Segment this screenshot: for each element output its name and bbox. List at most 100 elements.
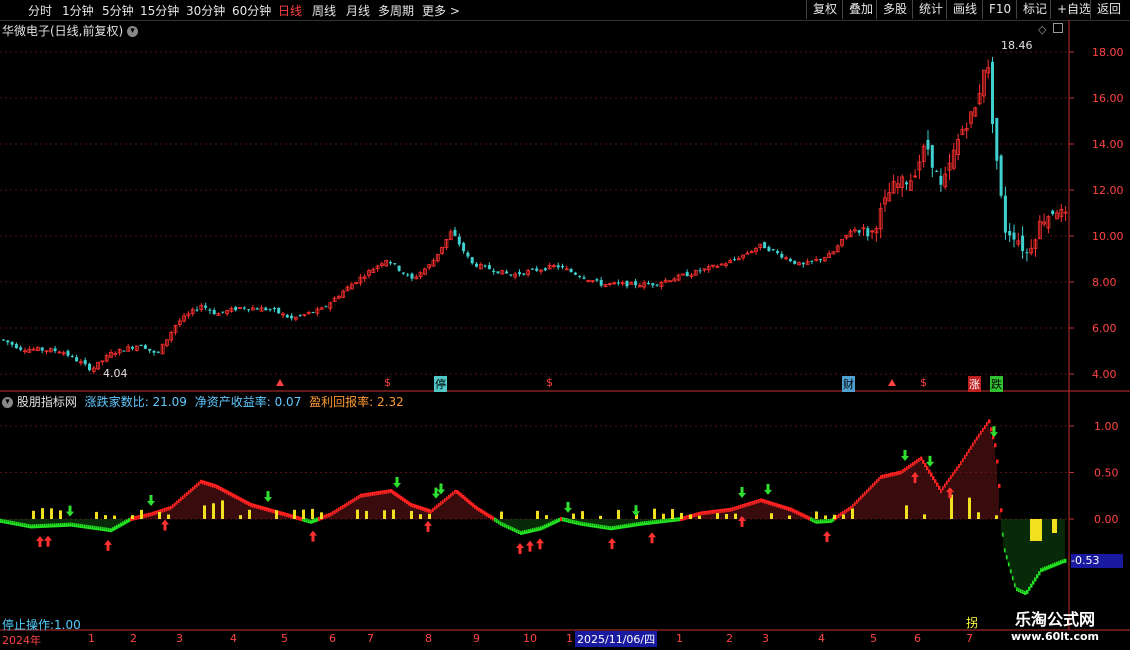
candle-body xyxy=(483,265,487,267)
indicator-bar xyxy=(419,514,422,519)
candle-body xyxy=(810,260,814,262)
indicator-bar xyxy=(95,511,98,519)
indicator-header: ▾ 股朋指标网 涨跌家数比: 21.09 净资产收益率: 0.07 盈利回报率:… xyxy=(2,393,404,410)
indicator-bar xyxy=(302,509,305,519)
indicator-item1-value: 21.09 xyxy=(152,395,187,409)
candle-body xyxy=(298,315,302,317)
indicator-bar xyxy=(59,510,62,519)
dividend-marker[interactable]: $ xyxy=(384,376,391,389)
period-tab-5min[interactable]: 5分钟 xyxy=(102,2,134,19)
candle-body xyxy=(195,309,199,311)
indicator-bar xyxy=(851,508,854,519)
price-tick-label: 8.00 xyxy=(1092,276,1117,289)
indicator-bar xyxy=(599,515,602,519)
dividend-marker[interactable]: $ xyxy=(920,376,927,389)
maximize-icon[interactable] xyxy=(1053,23,1063,33)
candle-body xyxy=(999,155,1003,196)
candle-body xyxy=(788,258,792,262)
draw-line-button[interactable]: 画线 xyxy=(946,0,982,19)
candlestick-series xyxy=(2,56,1068,374)
indicator-bar xyxy=(653,508,656,519)
period-tab-fenshi[interactable]: 分时 xyxy=(28,2,52,19)
candle-body xyxy=(406,274,410,276)
up-arrow-icon xyxy=(161,519,169,531)
period-tab-weekly[interactable]: 周线 xyxy=(312,2,336,19)
indicator-bar xyxy=(905,505,908,519)
candle-body xyxy=(509,274,513,276)
indicator-bar xyxy=(977,512,980,519)
candle-body xyxy=(66,350,70,356)
period-tab-60min[interactable]: 60分钟 xyxy=(232,2,271,19)
restore-rights-button[interactable]: 复权 xyxy=(806,0,842,19)
dividend-marker[interactable]: $ xyxy=(546,376,553,389)
mark-button[interactable]: 标记 xyxy=(1016,0,1050,19)
diamond-icon[interactable]: ◇ xyxy=(1038,23,1046,36)
candle-body xyxy=(139,344,143,346)
candle-body xyxy=(561,266,564,268)
up-arrow-icon xyxy=(44,535,52,547)
candle-body xyxy=(1003,195,1007,233)
candle-body xyxy=(466,252,470,257)
period-tab-15min[interactable]: 15分钟 xyxy=(140,2,179,19)
back-button[interactable]: 返回 xyxy=(1090,0,1126,19)
indicator-bar xyxy=(545,515,548,519)
indicator-line xyxy=(990,427,993,432)
candle-body xyxy=(242,307,246,309)
f10-button[interactable]: F10 xyxy=(982,0,1016,19)
timeline-month: 2 xyxy=(726,632,733,645)
down-arrow-icon xyxy=(632,505,640,517)
candle-body xyxy=(212,310,216,315)
period-tab-more[interactable]: 更多 > xyxy=(422,2,460,19)
candle-body xyxy=(148,348,152,351)
finance-marker[interactable]: 财 xyxy=(842,376,855,392)
indicator-bar xyxy=(1030,519,1042,541)
suspension-marker[interactable]: 停 xyxy=(434,376,447,392)
limit-down-marker[interactable]: 跌 xyxy=(990,376,1003,392)
candle-body xyxy=(578,276,582,278)
multi-stock-button[interactable]: 多股 xyxy=(876,0,912,19)
timeline-month: 1 xyxy=(566,632,573,645)
indicator-bar xyxy=(158,511,161,519)
add-watchlist-button[interactable]: +自选 xyxy=(1050,0,1091,19)
period-tab-30min[interactable]: 30分钟 xyxy=(186,2,225,19)
limit-up-marker[interactable]: 涨 xyxy=(968,376,981,392)
down-arrow-icon xyxy=(264,491,272,503)
period-tab-monthly[interactable]: 月线 xyxy=(346,2,370,19)
indicator-bar xyxy=(221,500,224,519)
candle-body xyxy=(1025,252,1029,254)
indicator-line xyxy=(994,443,997,448)
candle-body xyxy=(285,314,289,318)
indicator-name: 股朋指标网 xyxy=(16,395,77,409)
indicator-line xyxy=(998,483,1001,488)
candle-body xyxy=(208,309,212,311)
down-arrow-icon xyxy=(437,483,445,495)
statistics-button[interactable]: 统计 xyxy=(912,0,946,19)
indicator-bar xyxy=(104,515,107,519)
down-arrow-icon xyxy=(393,476,401,488)
candle-body xyxy=(926,139,930,150)
indicator-tick-label: 0.50 xyxy=(1094,467,1119,480)
candle-body xyxy=(866,228,870,237)
chevron-down-icon[interactable]: ▾ xyxy=(2,397,13,408)
up-arrow-icon xyxy=(36,535,44,547)
candle-body xyxy=(393,263,397,265)
kline-chart[interactable]: 18.0016.0014.0012.0010.008.006.004.00 1.… xyxy=(0,20,1130,650)
period-tab-daily[interactable]: 日线 xyxy=(278,2,302,19)
period-tab-1min[interactable]: 1分钟 xyxy=(62,2,94,19)
stock-title-text: 华微电子(日线,前复权) xyxy=(2,24,124,38)
indicator-bar xyxy=(770,513,773,519)
candle-body xyxy=(535,268,539,271)
candle-body xyxy=(518,272,521,275)
overlay-button[interactable]: 叠加 xyxy=(842,0,876,19)
timeline-month: 7 xyxy=(966,632,973,645)
indicator-bar xyxy=(698,515,701,519)
price-axis: 18.00 16.00 14.00 12.00 10.00 8.00 6.00 4.00 xyxy=(1069,46,1124,381)
candle-body xyxy=(556,265,560,268)
candle-body xyxy=(19,347,23,350)
chevron-down-icon[interactable]: ▾ xyxy=(127,26,139,37)
candle-body xyxy=(819,259,822,261)
period-tab-multi[interactable]: 多周期 xyxy=(378,2,414,19)
indicator-item2-label: 净资产收益率 xyxy=(194,395,267,409)
indicator-bar xyxy=(788,515,791,519)
candle-body xyxy=(767,246,771,251)
